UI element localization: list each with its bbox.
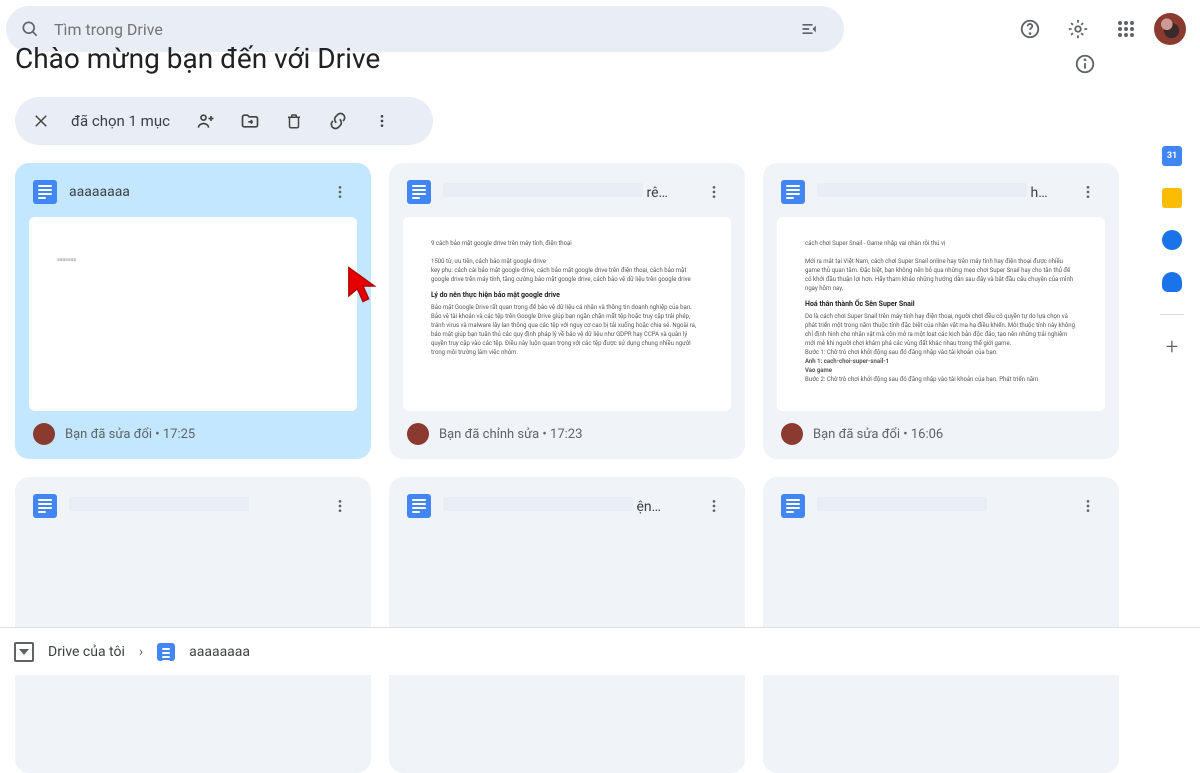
contacts-app-icon[interactable] (1162, 272, 1182, 292)
more-actions-button[interactable] (362, 101, 402, 141)
file-meta: Bạn đã sửa đổi • 17:25 (65, 427, 195, 442)
doc-icon (407, 180, 431, 204)
owner-avatar (407, 423, 429, 445)
share-button[interactable] (186, 101, 226, 141)
chevron-right-icon: › (139, 644, 143, 660)
file-name: ện… (443, 497, 687, 515)
file-more-button[interactable] (325, 177, 355, 207)
file-name (817, 497, 1061, 515)
drive-icon[interactable] (14, 642, 34, 662)
breadcrumb-root[interactable]: Drive của tôi (48, 644, 125, 660)
clear-selection-button[interactable] (21, 101, 61, 141)
doc-icon (781, 494, 805, 518)
file-more-button[interactable] (325, 491, 355, 521)
file-card[interactable]: h… cách chơi Super Snail - Game nhập vai… (763, 163, 1119, 459)
breadcrumb-bar: Drive của tôi › aaaaaaaa (0, 627, 1200, 675)
file-card[interactable]: rê… 9 cách bảo mật google drive trên máy… (389, 163, 745, 459)
file-grid: aaaaaaaa aaaaaaa Bạn đã sửa đổi • 17:25 … (15, 163, 1127, 773)
file-meta: Bạn đã chỉnh sửa • 17:23 (439, 427, 582, 442)
separator (1160, 314, 1184, 315)
doc-icon (781, 180, 805, 204)
owner-avatar (781, 423, 803, 445)
side-panel: + (1144, 122, 1200, 357)
file-thumbnail: aaaaaaa (29, 217, 357, 411)
file-card[interactable]: ện… (389, 477, 745, 773)
doc-icon (33, 180, 57, 204)
file-name: aaaaaaaa (69, 184, 313, 200)
tasks-app-icon[interactable] (1162, 230, 1182, 250)
file-name (69, 497, 313, 515)
file-more-button[interactable] (699, 491, 729, 521)
doc-icon (407, 494, 431, 518)
file-card[interactable] (15, 477, 371, 773)
selection-count: đã chọn 1 mục (65, 112, 182, 130)
link-button[interactable] (318, 101, 358, 141)
file-card[interactable] (763, 477, 1119, 773)
file-card[interactable]: aaaaaaaa aaaaaaa Bạn đã sửa đổi • 17:25 (15, 163, 371, 459)
file-name: rê… (443, 183, 687, 201)
file-more-button[interactable] (1073, 177, 1103, 207)
doc-icon (157, 643, 175, 661)
breadcrumb-file[interactable]: aaaaaaaa (189, 644, 250, 660)
delete-button[interactable] (274, 101, 314, 141)
page-title: Chào mừng bạn đến với Drive (15, 30, 380, 97)
file-more-button[interactable] (1073, 491, 1103, 521)
owner-avatar (33, 423, 55, 445)
calendar-app-icon[interactable] (1162, 146, 1182, 166)
file-meta: Bạn đã sửa đổi • 16:06 (813, 427, 943, 442)
account-avatar[interactable] (1154, 13, 1186, 45)
add-app-button[interactable]: + (1162, 337, 1182, 357)
move-button[interactable] (230, 101, 270, 141)
info-icon[interactable] (1065, 44, 1105, 84)
keep-app-icon[interactable] (1162, 188, 1182, 208)
file-more-button[interactable] (699, 177, 729, 207)
file-thumbnail: cách chơi Super Snail - Game nhập vai nh… (777, 217, 1105, 411)
doc-icon (33, 494, 57, 518)
selection-toolbar: đã chọn 1 mục (15, 97, 433, 145)
file-name: h… (817, 183, 1061, 201)
file-thumbnail: 9 cách bảo mật google drive trên máy tín… (403, 217, 731, 411)
